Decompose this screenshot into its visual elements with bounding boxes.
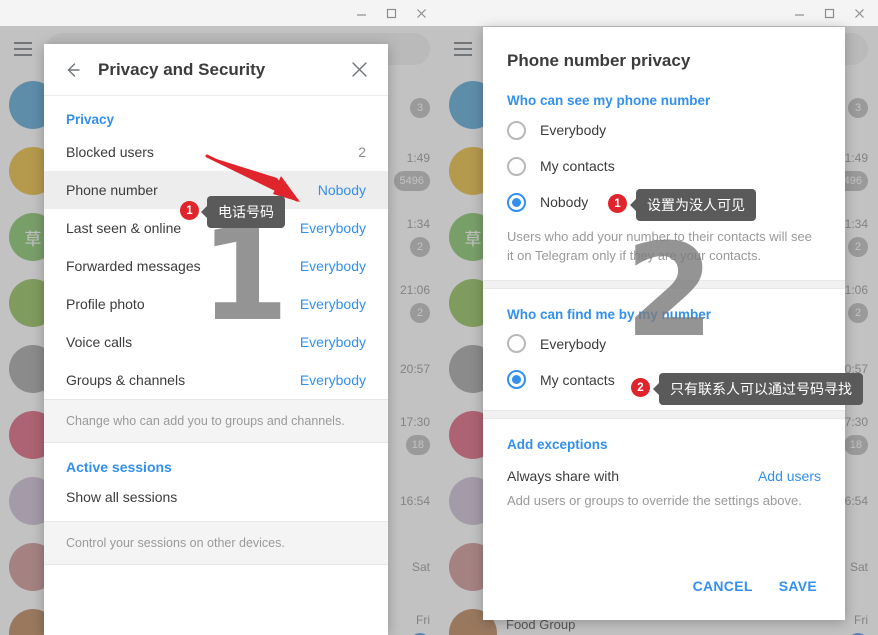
titlebar-right <box>440 0 878 26</box>
privacy-setting-value: Everybody <box>299 258 366 274</box>
privacy-and-security-dialog: Privacy and Security Privacy Blocked use… <box>44 44 388 635</box>
maximize-icon[interactable] <box>814 1 844 25</box>
privacy-setting-value: Everybody <box>299 334 366 350</box>
privacy-setting-row[interactable]: Forwarded messages Everybody <box>44 247 388 285</box>
privacy-setting-label: Voice calls <box>66 334 133 350</box>
close-icon[interactable] <box>406 1 436 25</box>
privacy-setting-row[interactable]: Phone number Nobody <box>44 171 388 209</box>
privacy-setting-value: 2 <box>358 144 366 160</box>
privacy-setting-label: Blocked users <box>66 144 154 160</box>
privacy-rows: Blocked users 2 Phone number Nobody Last see… <box>44 133 388 399</box>
privacy-setting-label: Profile photo <box>66 296 145 312</box>
privacy-setting-row[interactable]: Voice calls Everybody <box>44 323 388 361</box>
page-title: Privacy and Security <box>98 59 266 79</box>
dialog-header: Privacy and Security <box>44 44 388 96</box>
radio-button[interactable] <box>507 334 526 354</box>
dialog-actions: CANCEL SAVE <box>483 572 845 620</box>
back-arrow-icon[interactable] <box>58 55 88 85</box>
screenshot-root: Search Telegram TipsChannel post...3Save… <box>0 0 878 635</box>
who-can-see-option-label: Everybody <box>540 122 607 138</box>
section-exceptions-title[interactable]: Add exceptions <box>483 419 845 456</box>
section-who-can-find-title: Who can find me by my number <box>507 306 712 322</box>
cancel-button[interactable]: CANCEL <box>689 572 757 600</box>
save-button[interactable]: SAVE <box>775 572 821 600</box>
radio-button-selected[interactable] <box>507 192 526 212</box>
section-who-can-see-title: Who can see my phone number <box>507 93 711 108</box>
who-can-see-option-label: My contacts <box>540 158 615 174</box>
privacy-setting-label: Last seen & online <box>66 220 182 236</box>
privacy-setting-row[interactable]: Last seen & online Everybody <box>44 209 388 247</box>
always-share-label: Always share with <box>507 467 620 484</box>
privacy-setting-row[interactable]: Profile photo Everybody <box>44 285 388 323</box>
see-options-group[interactable]: Everybody My contacts Nobody <box>483 112 845 220</box>
privacy-setting-label: Phone number <box>66 182 158 198</box>
phone-number-privacy-dialog: Phone number privacy Who can see my phon… <box>483 27 845 620</box>
sessions-note: Control your sessions on other devices. <box>44 521 388 565</box>
privacy-setting-value: Everybody <box>299 296 366 312</box>
groups-note: Change who can add you to groups and cha… <box>44 399 388 443</box>
who-can-see-option[interactable]: Everybody <box>483 112 845 148</box>
always-share-row: Always share with Add users <box>483 456 845 484</box>
minimize-icon[interactable] <box>346 1 376 25</box>
privacy-setting-value: Nobody <box>317 182 366 198</box>
section-divider <box>483 279 845 289</box>
who-can-find-option-label: My contacts <box>540 371 615 388</box>
who-can-see-option[interactable]: Nobody <box>483 184 845 220</box>
see-note: Users who add your number to their conta… <box>507 229 812 263</box>
who-can-see-option[interactable]: My contacts <box>483 148 845 184</box>
maximize-icon[interactable] <box>376 1 406 25</box>
show-all-sessions-row[interactable]: Show all sessions <box>44 475 388 521</box>
radio-button[interactable] <box>507 120 526 140</box>
titlebar-left <box>0 0 440 26</box>
find-options-group[interactable]: Everybody My contacts <box>483 326 845 398</box>
privacy-setting-value: Everybody <box>299 220 366 236</box>
section-privacy-title: Privacy <box>66 112 115 127</box>
dialog-title: Phone number privacy <box>507 51 691 70</box>
telegram-window-right: Search Telegram TipsChannel post...3Save… <box>440 0 878 635</box>
add-users-link[interactable]: Add users <box>758 468 821 484</box>
section-divider <box>483 409 845 419</box>
exceptions-note: Add users or groups to override the sett… <box>507 492 802 508</box>
who-can-see-option-label: Nobody <box>540 194 589 210</box>
who-can-find-option[interactable]: My contacts <box>483 362 845 398</box>
privacy-setting-value: Everybody <box>299 372 366 388</box>
privacy-setting-label: Forwarded messages <box>66 258 201 274</box>
radio-button[interactable] <box>507 156 526 176</box>
section-active-sessions-title[interactable]: Active sessions <box>44 443 388 475</box>
who-can-find-option[interactable]: Everybody <box>483 326 845 362</box>
privacy-setting-row[interactable]: Blocked users 2 <box>44 133 388 171</box>
close-icon[interactable] <box>844 1 874 25</box>
privacy-setting-row[interactable]: Groups & channels Everybody <box>44 361 388 399</box>
telegram-window-left: Search Telegram TipsChannel post...3Save… <box>0 0 440 635</box>
radio-button-selected[interactable] <box>507 370 526 390</box>
close-icon[interactable] <box>344 55 374 85</box>
privacy-setting-label: Groups & channels <box>66 372 186 388</box>
minimize-icon[interactable] <box>784 1 814 25</box>
who-can-find-option-label: Everybody <box>540 335 607 352</box>
